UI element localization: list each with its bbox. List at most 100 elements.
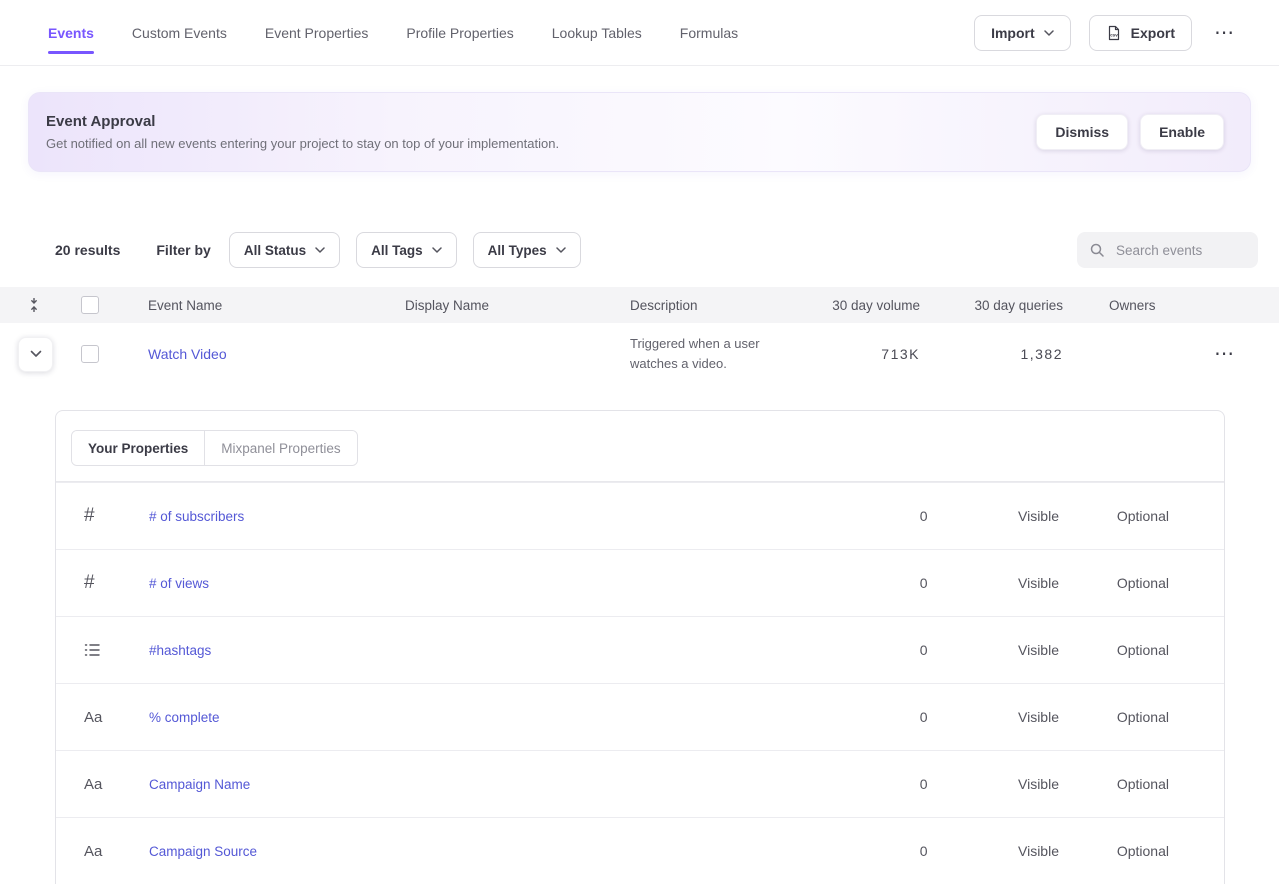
property-row: # # of views 0 Visible Optional	[56, 549, 1224, 616]
banner-description: Get notified on all new events entering …	[46, 136, 559, 151]
property-visibility: Visible	[929, 709, 1059, 725]
property-required: Optional	[1059, 642, 1169, 658]
number-type-icon: #	[56, 572, 149, 594]
export-button-label: Export	[1131, 25, 1175, 41]
property-required: Optional	[1059, 776, 1169, 792]
tab-lookup-tables[interactable]: Lookup Tables	[552, 21, 642, 45]
tab-mixpanel-properties[interactable]: Mixpanel Properties	[204, 431, 356, 465]
more-options-button[interactable]: ⋯	[1210, 23, 1239, 43]
row-actions-button[interactable]: ⋯	[1210, 344, 1239, 364]
property-value: 0	[809, 642, 929, 658]
dismiss-button[interactable]: Dismiss	[1036, 114, 1128, 150]
search-box	[1077, 232, 1258, 268]
search-input[interactable]	[1114, 242, 1246, 259]
all-tags-label: All Tags	[371, 243, 423, 258]
select-all-checkbox[interactable]	[81, 296, 99, 314]
property-row: Aa % complete 0 Visible Optional	[56, 683, 1224, 750]
property-name-link[interactable]: # of views	[149, 576, 209, 591]
property-visibility: Visible	[929, 508, 1059, 524]
collapse-row-button[interactable]	[18, 337, 53, 372]
property-name-link[interactable]: # of subscribers	[149, 509, 244, 524]
description-cell: Triggered when a user watches a video.	[630, 334, 820, 374]
column-30-day-volume: 30 day volume	[820, 298, 920, 313]
expand-cell	[0, 337, 68, 372]
filter-dropdowns: All Status All Tags All Types	[229, 232, 581, 268]
queries-cell: 1,382	[920, 346, 1063, 362]
nav-actions: Import csv Export ⋯	[974, 15, 1239, 51]
property-required: Optional	[1059, 843, 1169, 859]
filter-by-label: Filter by	[156, 242, 210, 258]
property-name-link[interactable]: Campaign Name	[149, 777, 250, 792]
ellipsis-icon: ⋯	[1214, 343, 1235, 365]
property-visibility: Visible	[929, 843, 1059, 859]
column-owners: Owners	[1063, 298, 1203, 313]
import-button[interactable]: Import	[974, 15, 1071, 51]
enable-button[interactable]: Enable	[1140, 114, 1224, 150]
property-visibility: Visible	[929, 575, 1059, 591]
all-status-label: All Status	[244, 243, 306, 258]
chevron-down-icon	[432, 247, 442, 253]
all-tags-dropdown[interactable]: All Tags	[356, 232, 457, 268]
table-row: Watch Video Triggered when a user watche…	[0, 323, 1279, 385]
volume-cell: 713K	[820, 346, 920, 362]
tab-events[interactable]: Events	[48, 21, 94, 45]
tab-formulas[interactable]: Formulas	[680, 21, 738, 45]
top-navigation: Events Custom Events Event Properties Pr…	[0, 0, 1279, 66]
property-name-link[interactable]: % complete	[149, 710, 220, 725]
import-button-label: Import	[991, 25, 1035, 41]
property-value: 0	[809, 575, 929, 591]
export-csv-icon: csv	[1106, 25, 1122, 41]
column-30-day-queries: 30 day queries	[920, 298, 1063, 313]
text-type-icon: Aa	[56, 776, 149, 793]
property-visibility: Visible	[929, 776, 1059, 792]
collapse-all-control[interactable]	[0, 298, 68, 312]
properties-tab-group: Your Properties Mixpanel Properties	[71, 430, 358, 466]
tab-custom-events[interactable]: Custom Events	[132, 21, 227, 45]
chevron-down-icon	[315, 247, 325, 253]
banner-actions: Dismiss Enable	[1036, 114, 1224, 150]
header-checkbox-cell	[68, 296, 148, 314]
property-required: Optional	[1059, 709, 1169, 725]
property-row: #hashtags 0 Visible Optional	[56, 616, 1224, 683]
property-value: 0	[809, 843, 929, 859]
column-description: Description	[630, 298, 820, 313]
results-count: 20 results	[55, 242, 120, 258]
chevron-down-icon	[1044, 30, 1054, 36]
column-event-name: Event Name	[148, 298, 405, 313]
banner-text: Event Approval Get notified on all new e…	[46, 113, 559, 151]
all-types-dropdown[interactable]: All Types	[473, 232, 581, 268]
event-properties-panel: Your Properties Mixpanel Properties # # …	[55, 410, 1225, 884]
property-name-link[interactable]: #hashtags	[149, 643, 211, 658]
property-name-link[interactable]: Campaign Source	[149, 844, 257, 859]
chevron-down-icon	[30, 350, 42, 358]
property-value: 0	[809, 508, 929, 524]
event-name-link[interactable]: Watch Video	[148, 346, 227, 362]
properties-tab-bar: Your Properties Mixpanel Properties	[56, 411, 1224, 482]
property-value: 0	[809, 776, 929, 792]
text-type-icon: Aa	[56, 843, 149, 860]
event-approval-banner: Event Approval Get notified on all new e…	[28, 92, 1251, 172]
text-type-icon: Aa	[56, 709, 149, 726]
property-row: Aa Campaign Source 0 Visible Optional	[56, 817, 1224, 884]
lexicon-tab-bar: Events Custom Events Event Properties Pr…	[48, 21, 738, 45]
export-button[interactable]: csv Export	[1089, 15, 1192, 51]
chevron-down-icon	[556, 247, 566, 253]
property-required: Optional	[1059, 575, 1169, 591]
events-table-header: Event Name Display Name Description 30 d…	[0, 287, 1279, 323]
collapse-rows-icon	[28, 298, 40, 312]
tab-event-properties[interactable]: Event Properties	[265, 21, 369, 45]
property-row: # # of subscribers 0 Visible Optional	[56, 482, 1224, 549]
tab-profile-properties[interactable]: Profile Properties	[406, 21, 513, 45]
property-visibility: Visible	[929, 642, 1059, 658]
all-types-label: All Types	[488, 243, 547, 258]
all-status-dropdown[interactable]: All Status	[229, 232, 340, 268]
svg-text:csv: csv	[1110, 32, 1118, 37]
tab-your-properties[interactable]: Your Properties	[72, 431, 204, 465]
property-required: Optional	[1059, 508, 1169, 524]
property-value: 0	[809, 709, 929, 725]
filter-bar: 20 results Filter by All Status All Tags…	[0, 232, 1279, 268]
property-row: Aa Campaign Name 0 Visible Optional	[56, 750, 1224, 817]
ellipsis-icon: ⋯	[1214, 22, 1235, 44]
row-checkbox[interactable]	[81, 345, 99, 363]
banner-title: Event Approval	[46, 113, 559, 130]
